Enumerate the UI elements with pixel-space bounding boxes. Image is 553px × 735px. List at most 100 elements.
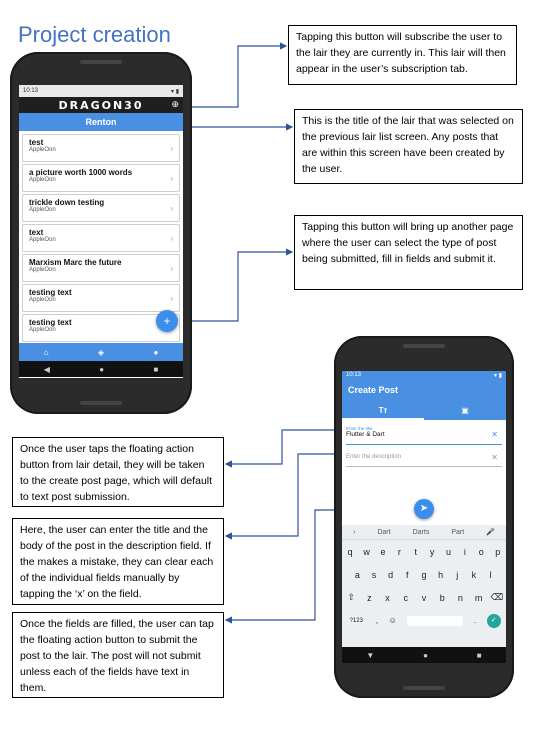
key[interactable]: a (350, 570, 365, 580)
post-author: AppleOon (29, 297, 56, 303)
subscribe-icon[interactable]: ⊕ (171, 99, 179, 110)
key[interactable]: w (359, 547, 374, 557)
comma-key[interactable]: , (376, 616, 378, 625)
post-author: AppleOon (29, 327, 56, 333)
key[interactable]: k (466, 570, 481, 580)
shift-key[interactable]: ⇧ (344, 592, 359, 603)
key[interactable]: b (435, 593, 450, 603)
home-icon[interactable]: ⌂ (44, 348, 49, 357)
key[interactable]: r (392, 547, 407, 557)
key[interactable]: q (343, 547, 358, 557)
post-author: AppleOon (29, 147, 56, 153)
emoji-icon[interactable]: ☺ (389, 616, 397, 625)
post-author: AppleOon (29, 207, 56, 213)
post-title: testing text (29, 288, 72, 297)
back-icon[interactable]: ◀ (44, 365, 50, 374)
key[interactable]: t (408, 547, 423, 557)
clear-title-icon[interactable]: ✕ (491, 430, 498, 439)
enter-key[interactable]: ✓ (486, 613, 501, 628)
mic-icon[interactable]: 🎤 (486, 528, 495, 536)
suggestion-1[interactable]: Dart (377, 529, 390, 536)
post-author: AppleOon (29, 237, 56, 243)
post-card[interactable]: test AppleOon › (22, 134, 180, 162)
key[interactable]: v (416, 593, 431, 603)
post-type-tabs: Tт ▣ (342, 404, 506, 420)
key[interactable]: x (380, 593, 395, 603)
key[interactable]: e (375, 547, 390, 557)
text-icon: Tт (378, 406, 388, 415)
description-field[interactable]: Enter the description ✕ (346, 451, 502, 467)
period-key[interactable]: . (474, 616, 476, 625)
key[interactable]: p (490, 547, 505, 557)
chevron-right-icon: › (170, 204, 173, 213)
key[interactable]: l (483, 570, 498, 580)
post-author: AppleOon (29, 177, 56, 183)
status-time: 10:13 (346, 372, 362, 378)
key[interactable]: h (433, 570, 448, 580)
backspace-key[interactable]: ⌫ (489, 592, 504, 603)
chevron-right-icon: › (170, 174, 173, 183)
app-header: DRAGON30 ⊕ (19, 97, 183, 113)
key[interactable]: y (425, 547, 440, 557)
post-card[interactable]: testing text AppleOon › (22, 284, 180, 312)
post-card[interactable]: trickle down testing AppleOon › (22, 194, 180, 222)
recents-icon[interactable]: ■ (153, 365, 158, 374)
app-logo: DRAGON30 (58, 98, 144, 112)
key[interactable]: g (416, 570, 431, 580)
key[interactable]: u (441, 547, 456, 557)
title-field[interactable]: Enter the title Flutter & Dart ✕ (346, 426, 502, 445)
key[interactable]: o (474, 547, 489, 557)
suggestion-3[interactable]: Part (451, 529, 464, 536)
image-icon: ▣ (461, 406, 469, 415)
status-time: 10:13 (23, 88, 39, 94)
speaker-grille-bottom (80, 401, 122, 405)
home-button-icon[interactable]: ● (423, 651, 428, 660)
send-icon: ➤ (419, 503, 429, 514)
add-post-fab[interactable]: + (156, 310, 178, 332)
recents-icon[interactable]: ■ (477, 651, 482, 660)
post-card[interactable]: Marxism Marc the future AppleOon › (22, 254, 180, 282)
speaker-grille-bottom (403, 686, 445, 690)
key[interactable]: s (366, 570, 381, 580)
post-card[interactable]: a picture worth 1000 words AppleOon › (22, 164, 180, 192)
key[interactable]: c (398, 593, 413, 603)
callout-subscribe: Tapping this button will subscribe the u… (288, 25, 517, 85)
speaker-grille (403, 344, 445, 348)
home-button-icon[interactable]: ● (99, 365, 104, 374)
post-author: AppleOon (29, 267, 56, 273)
speaker-grille (80, 60, 122, 64)
arrow-create-page (224, 429, 340, 468)
submit-fab[interactable]: ➤ (414, 499, 434, 519)
key[interactable]: z (362, 593, 377, 603)
post-title: test (29, 138, 44, 147)
callout-enter-fields: Here, the user can enter the title and t… (12, 518, 224, 605)
key[interactable]: m (471, 593, 486, 603)
keyboard-row-1: q w e r t y u i o p (342, 540, 506, 563)
callout-lair-title: This is the title of the lair that was s… (294, 109, 523, 184)
status-bar: 10:13 ▾ ▮ (19, 85, 183, 97)
system-nav: ▼ ● ■ (342, 647, 506, 663)
tab-image[interactable]: ▣ (424, 404, 506, 420)
post-list: test AppleOon › a picture worth 1000 wor… (19, 131, 183, 342)
layers-icon[interactable]: ◈ (98, 348, 104, 357)
suggestion-expand-icon[interactable]: › (353, 529, 355, 536)
post-card[interactable]: text AppleOon › (22, 224, 180, 252)
screen-lair-detail: 10:13 ▾ ▮ DRAGON30 ⊕ Renton test AppleOo… (19, 85, 183, 378)
tab-text[interactable]: Tт (342, 404, 424, 420)
suggestion-2[interactable]: Darts (413, 529, 430, 536)
appbar-title: Create Post (348, 385, 399, 395)
key[interactable]: i (457, 547, 472, 557)
battery-icon: ▾ ▮ (494, 373, 502, 379)
key[interactable]: j (450, 570, 465, 580)
key[interactable]: n (453, 593, 468, 603)
key[interactable]: f (400, 570, 415, 580)
symbols-key[interactable]: ?123 (347, 618, 365, 624)
key[interactable]: d (383, 570, 398, 580)
clear-description-icon[interactable]: ✕ (491, 453, 498, 462)
chevron-right-icon: › (170, 294, 173, 303)
person-icon[interactable]: ● (153, 348, 158, 357)
back-icon[interactable]: ▼ (366, 651, 374, 660)
post-title: text (29, 228, 44, 237)
lair-title: Renton (19, 113, 183, 131)
space-key[interactable] (407, 615, 464, 626)
